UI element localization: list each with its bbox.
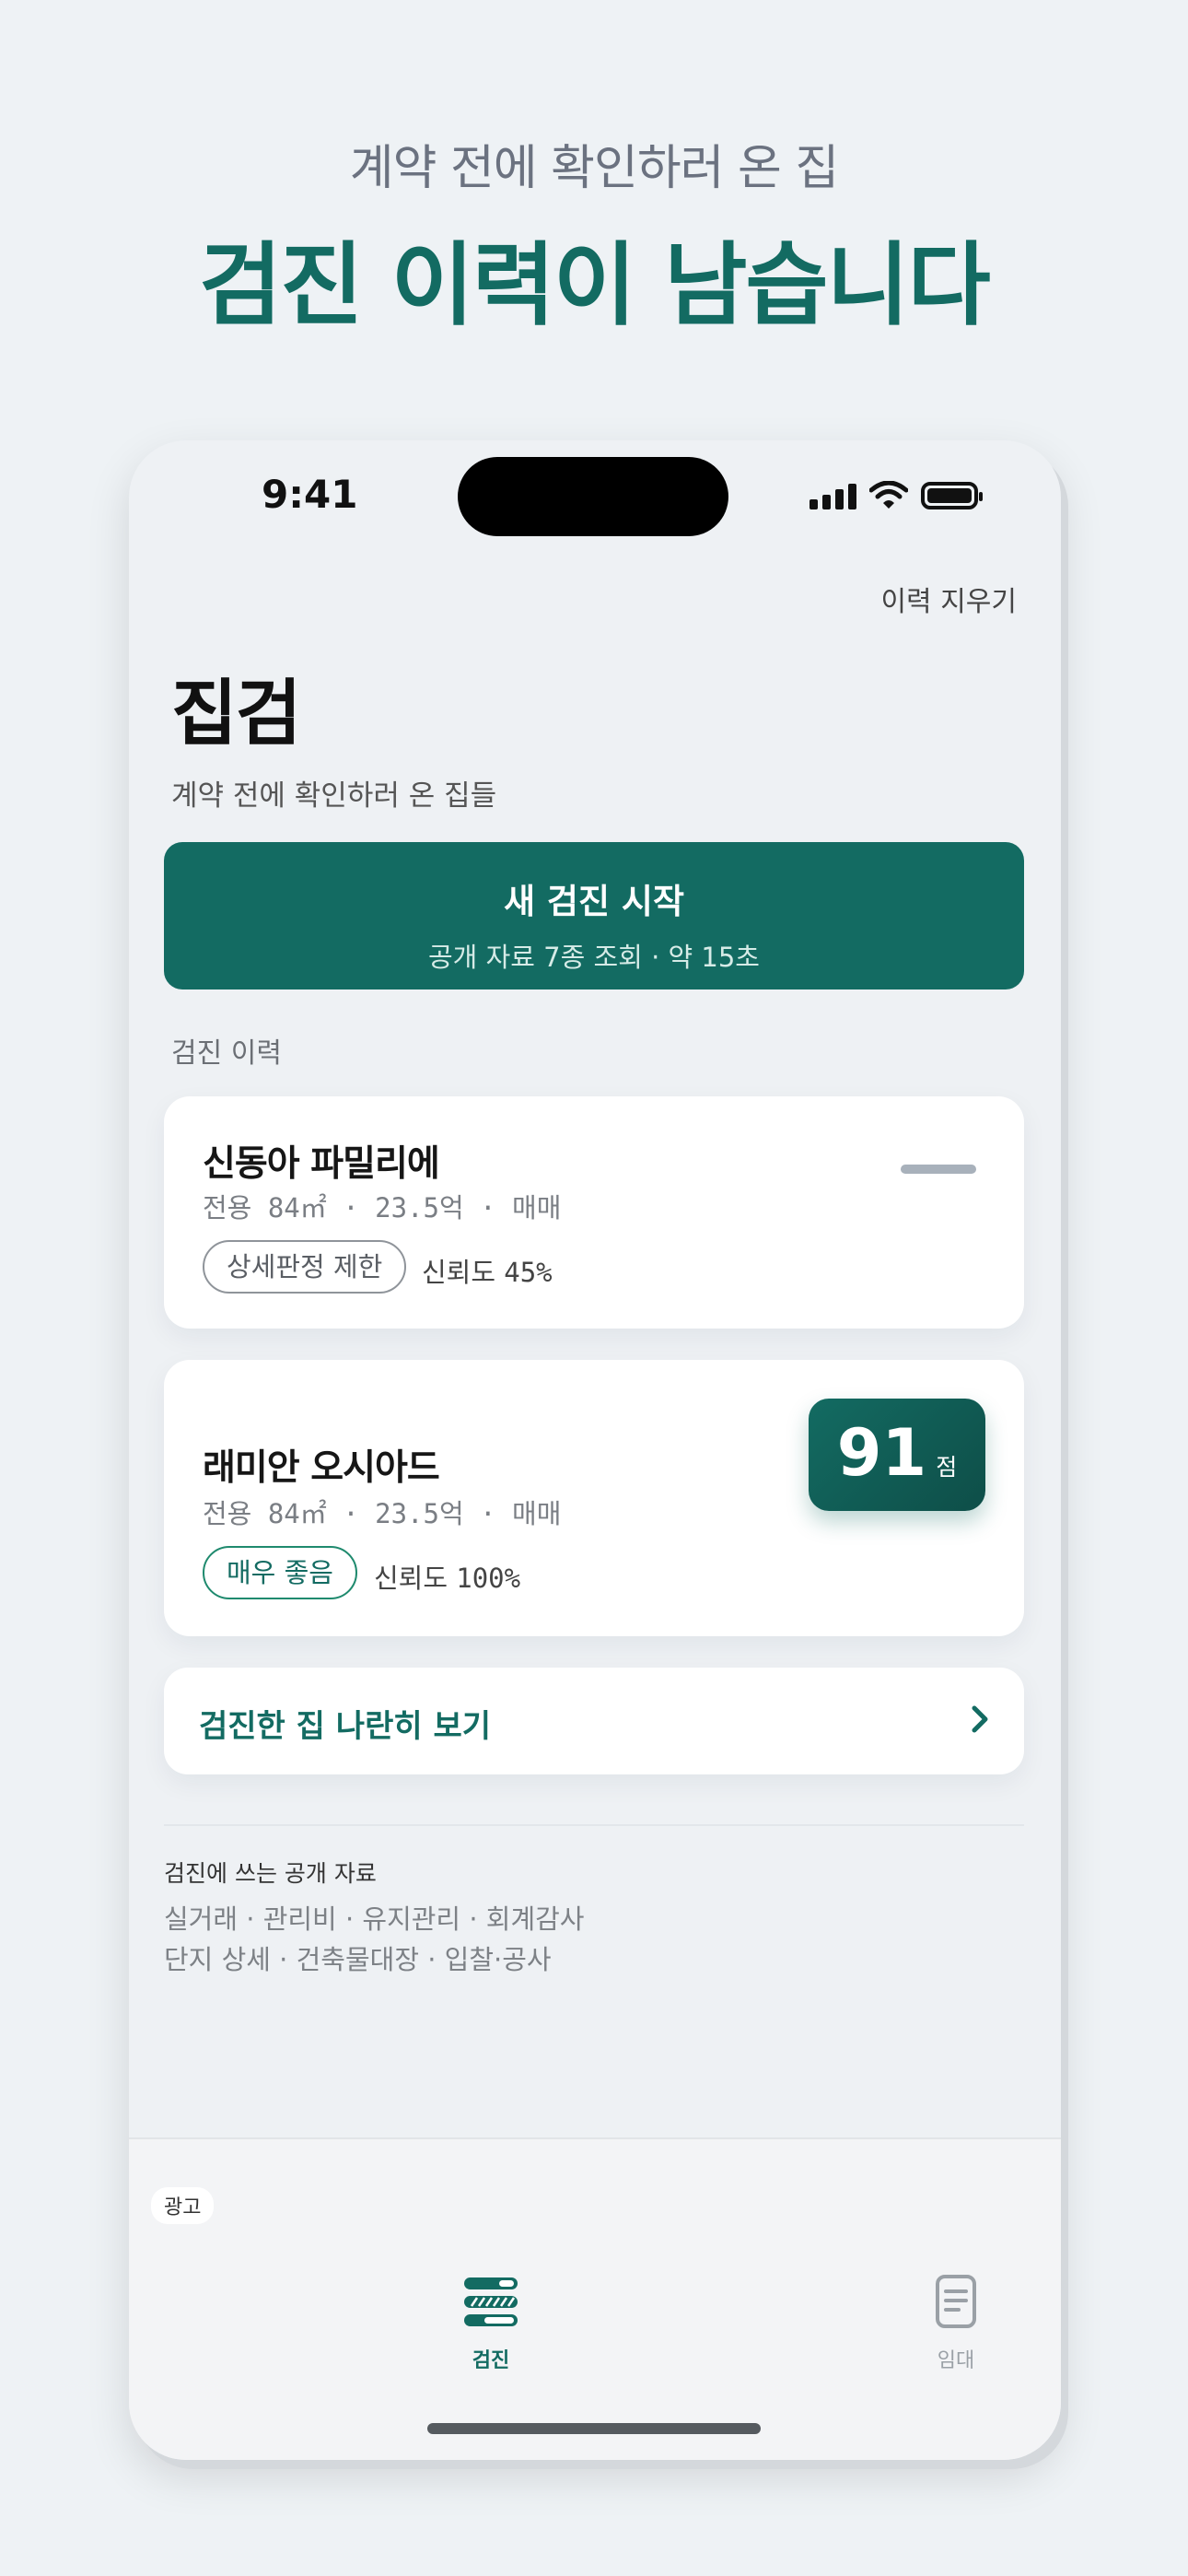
new-checkup-title: 새 검진 시작 [504, 882, 684, 921]
app-subtitle: 계약 전에 확인하러 온 집들 [171, 779, 497, 813]
status-badge: 매우 좋음 [203, 1546, 357, 1599]
ad-label: 광고 [151, 2187, 215, 2224]
reliability: 신뢰도 45% [422, 1251, 553, 1290]
new-checkup-meta: 공개 자료 7종 조회 · 약 15초 [427, 942, 760, 973]
sources-heading: 검진에 쓰는 공개 자료 [164, 1860, 377, 1887]
signal-icon [809, 482, 856, 509]
score-value: 91 [836, 1415, 927, 1491]
property-name: 래미안 오시아드 [203, 1447, 440, 1489]
tab-checkup[interactable]: 검진 [417, 2274, 565, 2373]
reliability-value: 100% [456, 1563, 521, 1594]
new-checkup-button[interactable]: 새 검진 시작 공개 자료 7종 조회 · 약 15초 [164, 842, 1024, 989]
sources-line: 단지 상세 · 건축물대장 · 입찰·공사 [164, 1944, 552, 1975]
property-meta: 전용 84㎡ · 23.5억 · 매매 [203, 1498, 562, 1529]
status-time: 9:41 [262, 472, 358, 517]
reliability-value: 45% [504, 1257, 553, 1288]
property-name: 신동아 파밀리에 [203, 1143, 440, 1185]
history-card[interactable]: 래미안 오시아드 전용 84㎡ · 23.5억 · 매매 매우 좋음 신뢰도 1… [164, 1360, 1024, 1636]
tab-rent[interactable]: 임대 [882, 2274, 1030, 2373]
sources-line: 실거래 · 관리비 · 유지관리 · 회계감사 [164, 1903, 585, 1935]
status-badge: 상세판정 제한 [203, 1240, 407, 1294]
wifi-icon [869, 481, 908, 509]
promo-title: 검진 이력이 남습니다 [199, 233, 991, 338]
tab-label: 임대 [937, 2349, 975, 2372]
promo-subtitle: 계약 전에 확인하러 온 집 [349, 141, 840, 196]
tab-label: 검진 [472, 2349, 510, 2372]
score-badge: 91 점 [809, 1399, 985, 1511]
compare-button[interactable]: 검진한 집 나란히 보기 [164, 1668, 1024, 1774]
compare-label: 검진한 집 나란히 보기 [199, 1708, 492, 1745]
clear-history-button[interactable]: 이력 지우기 [880, 579, 1017, 619]
phone-frame: 9:41 이력 지우기 집검 계약 전에 확인하러 온 집들 새 검진 시작 공… [129, 440, 1061, 2460]
battery-icon [921, 482, 983, 509]
history-card[interactable]: 신동아 파밀리에 전용 84㎡ · 23.5억 · 매매 상세판정 제한 신뢰도… [164, 1096, 1024, 1329]
checkup-icon [464, 2277, 518, 2326]
score-unit: 점 [936, 1454, 958, 1481]
reliability: 신뢰도 100% [374, 1557, 520, 1596]
chevron-right-icon [972, 1705, 988, 1733]
reliability-label: 신뢰도 [374, 1563, 448, 1594]
reliability-label: 신뢰도 [422, 1257, 496, 1288]
no-score-indicator [901, 1165, 976, 1174]
status-icons [809, 477, 983, 514]
tab-bar: 광고 검진 임대 [129, 2137, 1061, 2460]
app-title: 집검 [171, 673, 302, 755]
divider [164, 1824, 1024, 1826]
document-icon [936, 2275, 976, 2328]
property-meta: 전용 84㎡ · 23.5억 · 매매 [203, 1192, 562, 1224]
history-section-label: 검진 이력 [171, 1037, 282, 1070]
home-indicator [427, 2423, 761, 2434]
dynamic-island [458, 457, 728, 536]
